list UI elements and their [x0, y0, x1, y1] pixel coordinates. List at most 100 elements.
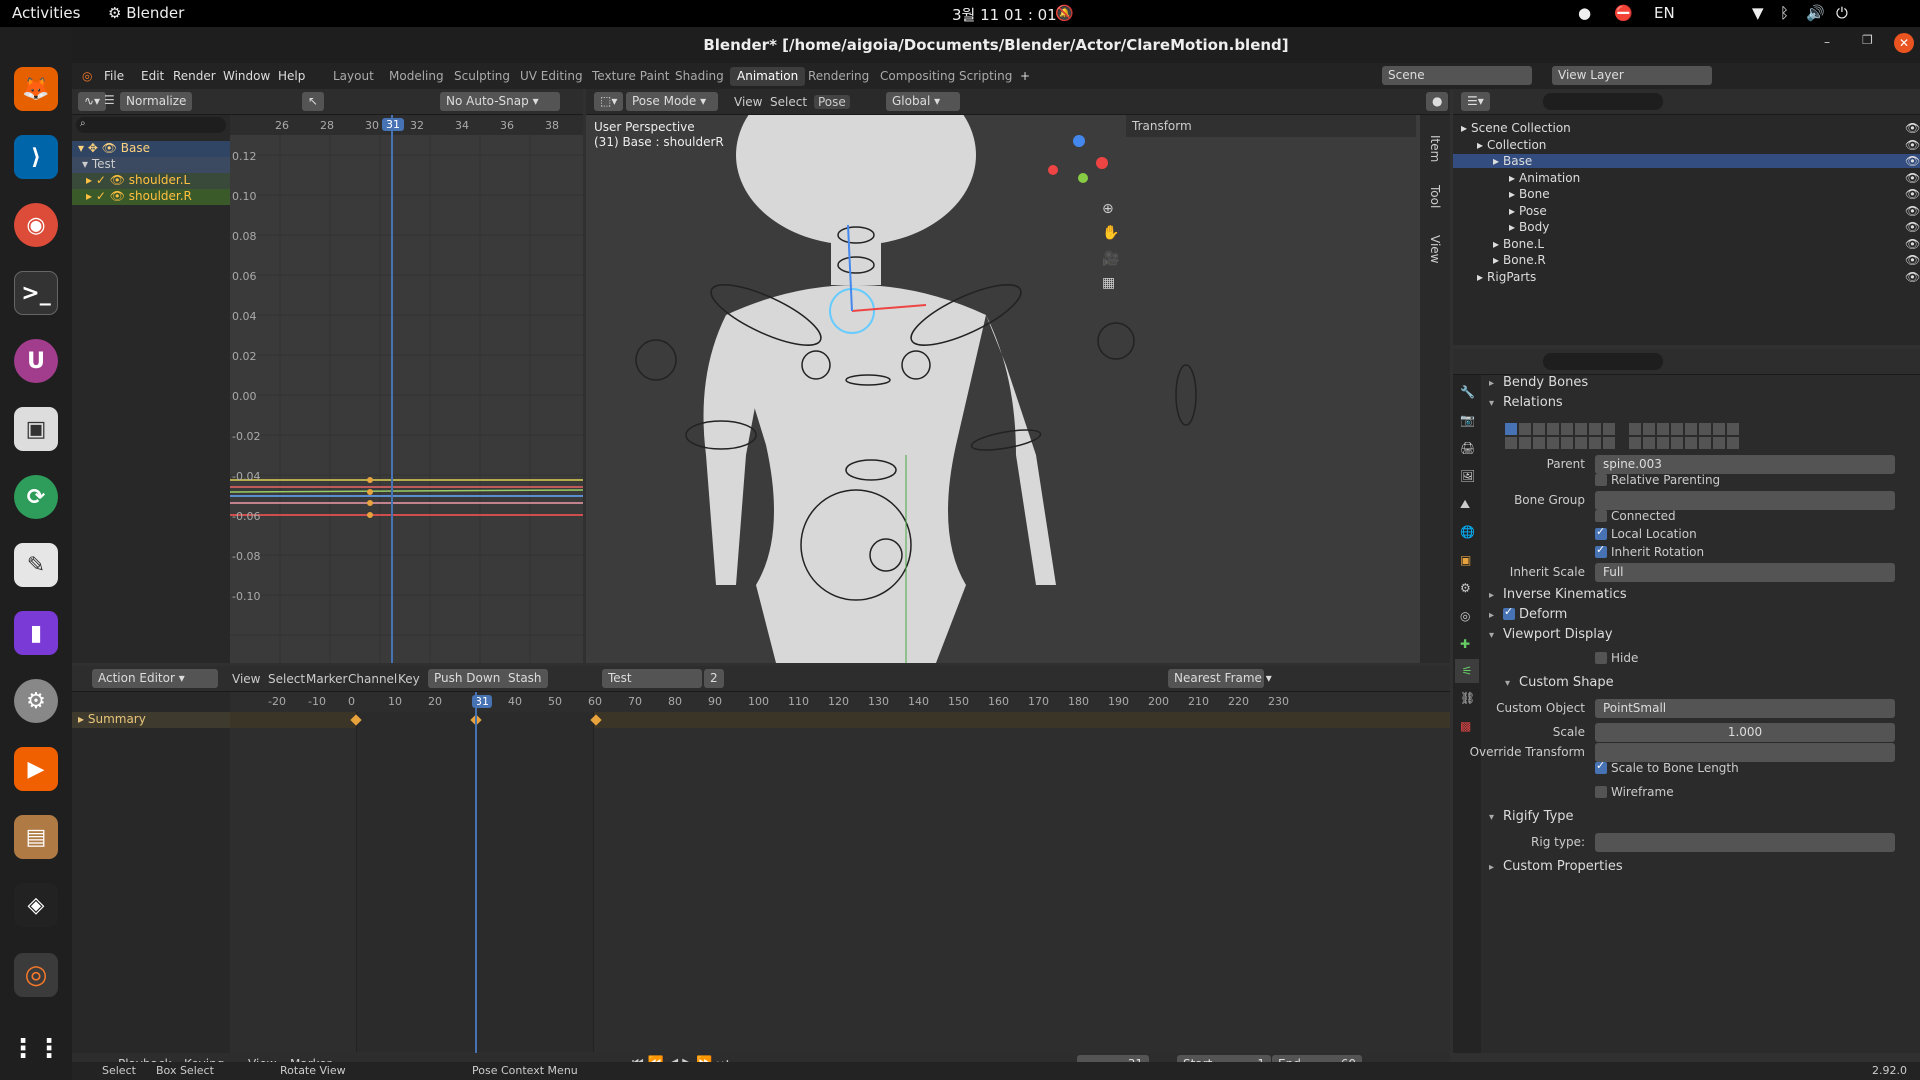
- firefox-icon[interactable]: 🦊: [14, 67, 58, 111]
- menu-help[interactable]: Help: [278, 69, 305, 83]
- vscode-icon[interactable]: ⟩: [14, 135, 58, 179]
- hamburger-icon[interactable]: ☰: [104, 93, 115, 107]
- disclosure-icon[interactable]: ▾: [1505, 678, 1519, 689]
- modifier-tab-icon[interactable]: ⚙: [1460, 581, 1471, 595]
- bone-layer-toggle[interactable]: [1519, 423, 1531, 435]
- checkbox[interactable]: [1595, 473, 1607, 486]
- normalize-toggle[interactable]: Normalize: [120, 92, 193, 111]
- bluetooth-icon[interactable]: ᛒ: [1780, 4, 1789, 22]
- texture-tab-icon[interactable]: ▩: [1460, 719, 1471, 733]
- bone-layer-toggle[interactable]: [1589, 423, 1601, 435]
- curve-keyframe[interactable]: [367, 512, 373, 518]
- viewport-menu-pose[interactable]: Pose: [814, 95, 850, 109]
- outliner-row[interactable]: ▸ Collection 👁: [1477, 138, 1920, 152]
- chrome-icon[interactable]: ◉: [14, 203, 58, 247]
- settings-icon[interactable]: ⚙: [14, 679, 58, 723]
- outliner-row[interactable]: ▸ Body 👁: [1509, 220, 1920, 234]
- bone-layer-toggle[interactable]: [1643, 437, 1655, 449]
- update-icon[interactable]: ⟳: [14, 475, 58, 519]
- viewport-menu-view[interactable]: View: [734, 95, 762, 109]
- bone-layer-toggle[interactable]: [1713, 423, 1725, 435]
- disclosure-icon[interactable]: ▾: [1489, 812, 1503, 823]
- viewport-editor-type[interactable]: ⬚▾: [594, 92, 624, 111]
- output-tab-icon[interactable]: 🖨: [1460, 441, 1475, 455]
- camera-icon[interactable]: 🎥: [1102, 251, 1119, 267]
- current-frame-indicator[interactable]: 31: [382, 118, 404, 131]
- prop-parent-label[interactable]: Parent spine.003: [1481, 455, 1920, 475]
- tab-modeling[interactable]: Modeling: [382, 67, 451, 86]
- disclosure-icon[interactable]: ▸: [1489, 862, 1503, 873]
- n-panel-transform[interactable]: Transform: [1126, 115, 1416, 137]
- view-layer-tab-icon[interactable]: 🖼: [1460, 469, 1475, 483]
- visibility-eye-icon[interactable]: 👁: [1905, 171, 1920, 185]
- checkbox[interactable]: [1595, 759, 1607, 774]
- add-workspace-icon[interactable]: +: [1020, 69, 1030, 83]
- outliner-editor-type[interactable]: ☰▾: [1461, 92, 1490, 111]
- bone-layer-toggle[interactable]: [1713, 437, 1725, 449]
- visibility-eye-icon[interactable]: 👁: [1905, 237, 1920, 251]
- power-icon[interactable]: ⏻: [1836, 4, 1848, 22]
- visibility-eye-icon[interactable]: 👁: [1905, 220, 1920, 234]
- wifi-icon[interactable]: ▼: [1752, 4, 1764, 22]
- bone-layer-toggle[interactable]: [1561, 437, 1573, 449]
- language-indicator[interactable]: EN: [1654, 4, 1675, 22]
- prop-relations[interactable]: ▾ Relations: [1481, 395, 1920, 415]
- bone-layer-toggle[interactable]: [1533, 437, 1545, 449]
- navigation-gizmo[interactable]: [1048, 135, 1108, 195]
- unity-hub-icon[interactable]: U: [14, 339, 58, 383]
- prop-bone-group-label[interactable]: Bone Group: [1481, 491, 1920, 511]
- ortho-grid-icon[interactable]: ▦: [1102, 275, 1115, 291]
- unity-icon[interactable]: ◈: [14, 883, 58, 927]
- app-menu[interactable]: ⚙ Blender: [108, 4, 184, 22]
- scene-tab-icon[interactable]: ⛰: [1460, 497, 1470, 512]
- editor-type-icon[interactable]: ∿▾: [78, 92, 107, 111]
- curve-keyframe[interactable]: [367, 489, 373, 495]
- prop-inherit-scale-label[interactable]: Inherit Scale Full: [1481, 563, 1920, 583]
- world-tab-icon[interactable]: 🌐: [1460, 525, 1475, 539]
- video-player-icon[interactable]: ▶: [14, 747, 58, 791]
- action-selector[interactable]: Test: [602, 669, 702, 688]
- bone-layer-toggle[interactable]: [1699, 437, 1711, 449]
- outliner-row[interactable]: ▸ Bone 👁: [1509, 187, 1920, 201]
- bone-layer-toggle[interactable]: [1657, 437, 1669, 449]
- action-editor-mode[interactable]: Action Editor ▾: [92, 669, 218, 688]
- prop-rig-type-label[interactable]: Rig type:: [1481, 833, 1920, 853]
- ae-menu-key[interactable]: Key: [398, 672, 420, 686]
- field-value[interactable]: 1.000: [1595, 723, 1895, 742]
- show-apps-icon[interactable]: ⋮⋮: [10, 1027, 62, 1071]
- gizmo-neg-x-icon[interactable]: [1048, 165, 1058, 175]
- tray-icon[interactable]: ●: [1578, 4, 1591, 22]
- bone-layer-toggle[interactable]: [1505, 437, 1517, 449]
- graph-area[interactable]: 26 28 30 31 32 34 36 38 0.12 0.10 0.08 0…: [230, 115, 583, 663]
- physics-tab-icon[interactable]: ◎: [1460, 609, 1470, 623]
- ae-menu-select[interactable]: Select: [268, 672, 305, 686]
- gizmo-x-icon[interactable]: [1096, 157, 1108, 169]
- checkbox[interactable]: [1595, 543, 1607, 558]
- tab-sculpting[interactable]: Sculpting: [447, 67, 517, 86]
- expand-icon[interactable]: ▸: [1509, 204, 1515, 218]
- archive-icon[interactable]: ▤: [14, 815, 58, 859]
- prop-relative-parenting[interactable]: Relative Parenting: [1481, 473, 1920, 493]
- visibility-eye-icon[interactable]: 👁: [1905, 138, 1920, 152]
- bone-layer-toggle[interactable]: [1727, 437, 1739, 449]
- bone-layer-toggle[interactable]: [1643, 423, 1655, 435]
- terminal-icon[interactable]: >_: [14, 271, 58, 315]
- field-value[interactable]: Full: [1595, 563, 1895, 582]
- bone-layer-toggle[interactable]: [1629, 423, 1641, 435]
- disclosure-icon[interactable]: ▾: [1489, 398, 1503, 409]
- snap-selector[interactable]: Nearest Frame ▾: [1168, 669, 1272, 688]
- dopesheet-area[interactable]: -20 -10 0 10 20 31 40 50 60 70 80 90 100 110 120 130 140…: [230, 692, 1450, 1053]
- visibility-eye-icon[interactable]: 👁: [1905, 187, 1920, 201]
- disclosure-icon[interactable]: ▸: [1489, 378, 1503, 389]
- menu-render[interactable]: Render: [173, 69, 216, 83]
- bone-layer-toggle[interactable]: [1699, 423, 1711, 435]
- menu-window[interactable]: Window: [223, 69, 270, 83]
- armature-tab-icon[interactable]: ✚: [1460, 637, 1470, 651]
- tab-item[interactable]: Item: [1428, 135, 1442, 162]
- visibility-eye-icon[interactable]: 👁: [1905, 154, 1920, 168]
- bone-constraint-tab-icon[interactable]: ⛓: [1460, 691, 1475, 705]
- bone-layer-toggle[interactable]: [1589, 437, 1601, 449]
- tab-texture-paint[interactable]: Texture Paint: [585, 67, 676, 86]
- visibility-eye-icon[interactable]: 👁: [1905, 204, 1920, 218]
- render-tab-icon[interactable]: 📷: [1460, 413, 1475, 427]
